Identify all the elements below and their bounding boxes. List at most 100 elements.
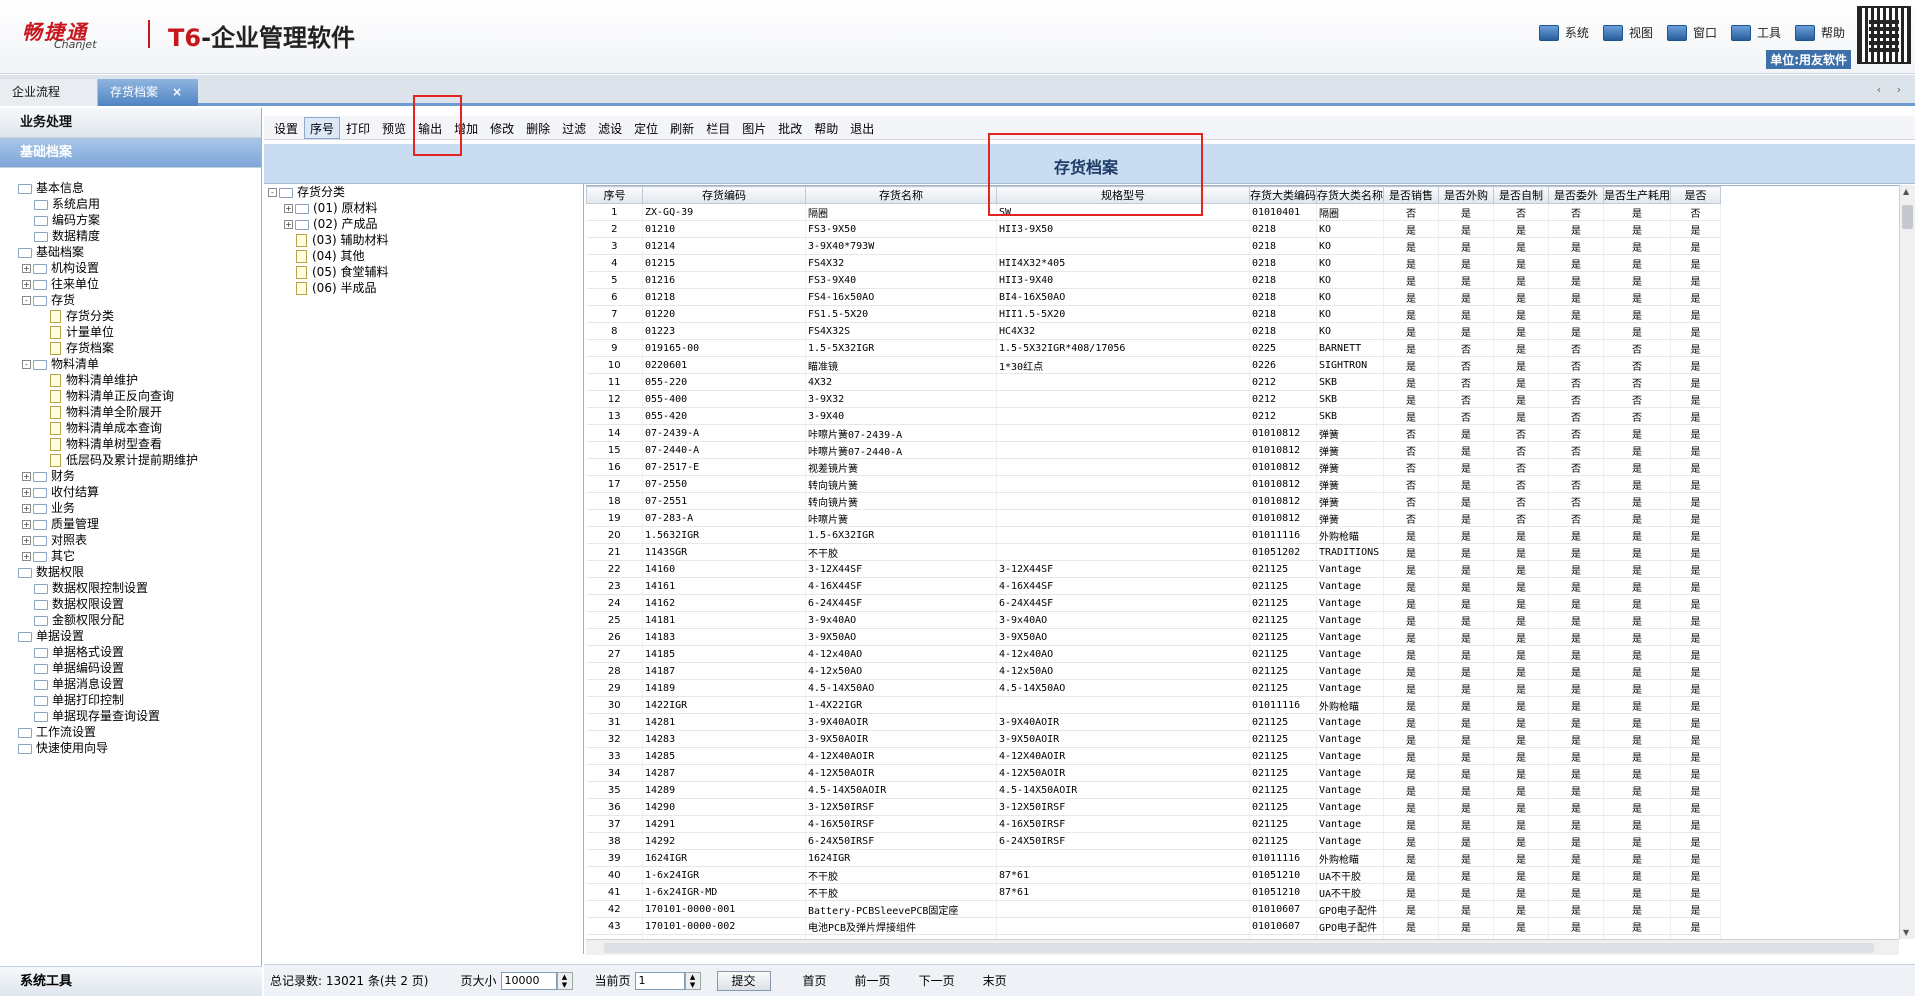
table-row[interactable]: 28 14187 4-12x50AO 4-12x50AO 021125 Vantage 是是… — [586, 662, 1721, 680]
toolbar-button-9[interactable]: 滤设 — [592, 117, 628, 139]
tree-node[interactable]: + 对照表 — [0, 532, 262, 548]
menu-view[interactable]: 视图 — [1602, 24, 1653, 41]
tree-node[interactable]: 单据设置 — [0, 628, 262, 644]
submit-button[interactable]: 提交 — [716, 970, 771, 991]
hscroll-thumb[interactable] — [604, 943, 1874, 953]
toolbar-button-16[interactable]: 退出 — [844, 117, 880, 139]
collapse-icon[interactable]: - — [22, 360, 31, 369]
toolbar-button-11[interactable]: 刷新 — [664, 117, 700, 139]
toolbar-button-0[interactable]: 设置 — [268, 117, 304, 139]
tree-node[interactable]: 编码方案 — [0, 212, 262, 228]
expand-icon[interactable]: + — [22, 504, 31, 513]
tree-node[interactable]: 数据权限 — [0, 564, 262, 580]
table-row[interactable]: 15 07-2440-A 咔嚓片簧07-2440-A 01010812 弹簧否是否否是是 — [586, 441, 1721, 459]
tree-node[interactable]: - 存货分类 — [268, 184, 587, 200]
column-header[interactable]: 是否自制 — [1493, 186, 1549, 204]
expand-icon[interactable]: + — [22, 488, 31, 497]
toolbar-button-12[interactable]: 栏目 — [700, 117, 736, 139]
tree-node[interactable]: 物料清单正反向查询 — [0, 388, 262, 404]
page-size-spinner-icon[interactable]: ▲ ▼ — [556, 971, 573, 990]
toolbar-button-15[interactable]: 帮助 — [808, 117, 844, 139]
table-row[interactable]: 30 1422IGR 1-4X22IGR 01011116 外购枪瞄是是是是是是 — [586, 696, 1721, 714]
expand-icon[interactable]: + — [22, 472, 31, 481]
table-row[interactable]: 41 1-6x24IGR-MD 不干胶 87*61 01051210 UA不干胶是是是是是… — [586, 883, 1721, 901]
last-page-link[interactable]: 末页 — [983, 972, 1007, 989]
table-row[interactable]: 3 01214 3-9X40*793W 0218 KO 是是是是是是 — [586, 237, 1721, 255]
toolbar-button-6[interactable]: 修改 — [484, 117, 520, 139]
table-row[interactable]: 16 07-2517-E 视差镜片簧 01010812 弹簧否是否否是是 — [586, 458, 1721, 476]
tree-node[interactable]: (03) 辅助材料 — [268, 232, 587, 248]
scroll-down-icon[interactable]: ▼ — [1903, 928, 1909, 937]
tree-node[interactable]: + 其它 — [0, 548, 262, 564]
tree-node[interactable]: + (01) 原材料 — [268, 200, 587, 216]
table-row[interactable]: 4 01215 FS4X32 HII4X32*405 0218 KO 是是是是是是 — [586, 254, 1721, 272]
expand-icon[interactable]: + — [22, 264, 31, 273]
tree-node[interactable]: 数据权限设置 — [0, 596, 262, 612]
column-header[interactable]: 是否生产耗用 — [1603, 186, 1671, 204]
horizontal-scrollbar[interactable] — [586, 939, 1899, 955]
tree-node[interactable]: 单据现存量查询设置 — [0, 708, 262, 724]
table-row[interactable]: 14 07-2439-A 咔嚓片簧07-2439-A 01010812 弹簧否是否否是是 — [586, 424, 1721, 442]
table-row[interactable]: 12 055-400 3-9X32 0212 SKB 是否是否否是 — [586, 390, 1721, 408]
table-row[interactable]: 21 1143SGR 不干胶 01051202 TRADITIONS 是是是是是是 — [586, 543, 1721, 561]
tab-inventory-archive[interactable]: 存货档案 × — [98, 79, 198, 106]
tree-node[interactable]: 物料清单树型查看 — [0, 436, 262, 452]
toolbar-button-10[interactable]: 定位 — [628, 117, 664, 139]
table-row[interactable]: 11 055-220 4X32 0212 SKB 是否是否否是 — [586, 373, 1721, 391]
next-page-link[interactable]: 下一页 — [919, 972, 955, 989]
current-page-spinner-icon[interactable]: ▲ ▼ — [684, 971, 701, 990]
tree-node[interactable]: 系统启用 — [0, 196, 262, 212]
tree-node[interactable]: 工作流设置 — [0, 724, 262, 740]
menu-window[interactable]: 窗口 — [1666, 24, 1717, 41]
table-row[interactable]: 19 07-283-A 咔嚓片簧 01010812 弹簧否是否否是是 — [586, 509, 1721, 527]
prev-page-link[interactable]: 前一页 — [855, 972, 891, 989]
column-header[interactable]: 存货大类编码 — [1249, 186, 1317, 204]
table-row[interactable]: 7 01220 FS1.5-5X20 HII1.5-5X20 0218 KO 是是是是是是 — [586, 305, 1721, 323]
tree-node[interactable]: + 业务 — [0, 500, 262, 516]
tree-node[interactable]: (06) 半成品 — [268, 280, 587, 296]
tree-node[interactable]: 存货档案 — [0, 340, 262, 356]
tree-node[interactable]: 单据消息设置 — [0, 676, 262, 692]
table-row[interactable]: 23 14161 4-16X44SF 4-16X44SF 021125 Vantage 是是… — [586, 577, 1721, 595]
column-header[interactable]: 序号 — [586, 186, 643, 204]
table-row[interactable]: 43 170101-0000-002 电池PCB及弹片焊接组件 01010607 GPO… — [586, 917, 1721, 935]
tree-node[interactable]: + (02) 产成品 — [268, 216, 587, 232]
toolbar-button-2[interactable]: 打印 — [340, 117, 376, 139]
menu-help[interactable]: 帮助 — [1794, 24, 1845, 41]
tree-node[interactable]: 单据编码设置 — [0, 660, 262, 676]
table-row[interactable]: 36 14290 3-12X50IRSF 3-12X50IRSF 021125 Vanta… — [586, 798, 1721, 816]
table-row[interactable]: 6 01218 FS4-16x50AO BI4-16X50AO 0218 KO 是是是是是是 — [586, 288, 1721, 306]
table-row[interactable]: 20 1.5632IGR 1.5-6X32IGR 01011116 外购枪瞄是是是是是是 — [586, 526, 1721, 544]
column-header[interactable]: 是否 — [1670, 186, 1721, 204]
expand-icon[interactable]: + — [22, 536, 31, 545]
tree-node[interactable]: + 质量管理 — [0, 516, 262, 532]
tab-scroll-arrows-icon[interactable]: ‹ › — [1877, 83, 1907, 96]
table-row[interactable]: 35 14289 4.5-14X50AOIR 4.5-14X50AOIR 021125 V… — [586, 781, 1721, 799]
table-row[interactable]: 32 14283 3-9X50AOIR 3-9X50AOIR 021125 Vantage… — [586, 730, 1721, 748]
table-row[interactable]: 24 14162 6-24X44SF 6-24X44SF 021125 Vantage 是是… — [586, 594, 1721, 612]
table-row[interactable]: 39 1624IGR 1624IGR 01011116 外购枪瞄是是是是是是 — [586, 849, 1721, 867]
column-header[interactable]: 存货编码 — [642, 186, 806, 204]
column-header[interactable]: 是否外购 — [1438, 186, 1494, 204]
table-row[interactable]: 37 14291 4-16X50IRSF 4-16X50IRSF 021125 Vanta… — [586, 815, 1721, 833]
tree-node[interactable]: - 存货 — [0, 292, 262, 308]
table-row[interactable]: 17 07-2550 转向镜片簧 01010812 弹簧否是否否是是 — [586, 475, 1721, 493]
vertical-scrollbar[interactable]: ▲ ▼ — [1899, 185, 1915, 939]
tree-node[interactable]: + 机构设置 — [0, 260, 262, 276]
business-section-header[interactable]: 业务处理 — [0, 108, 261, 138]
tree-node[interactable]: (05) 食堂辅料 — [268, 264, 587, 280]
tree-node[interactable]: 数据精度 — [0, 228, 262, 244]
toolbar-button-14[interactable]: 批改 — [772, 117, 808, 139]
tree-node[interactable]: 物料清单成本查询 — [0, 420, 262, 436]
tree-node[interactable]: 金额权限分配 — [0, 612, 262, 628]
page-size-input[interactable]: 10000 — [500, 971, 557, 990]
menu-system[interactable]: 系统 — [1538, 24, 1589, 41]
table-row[interactable]: 8 01223 FS4X32S HC4X32 0218 KO 是是是是是是 — [586, 322, 1721, 340]
scroll-thumb[interactable] — [1902, 205, 1913, 229]
table-row[interactable]: 31 14281 3-9X40AOIR 3-9X40AOIR 021125 Vantage… — [586, 713, 1721, 731]
menu-tools[interactable]: 工具 — [1730, 24, 1781, 41]
table-row[interactable]: 26 14183 3-9X50AO 3-9X50AO 021125 Vantage 是是是是… — [586, 628, 1721, 646]
table-row[interactable]: 22 14160 3-12X44SF 3-12X44SF 021125 Vantage 是是… — [586, 560, 1721, 578]
expand-icon[interactable]: + — [284, 204, 293, 213]
tree-node[interactable]: 计量单位 — [0, 324, 262, 340]
